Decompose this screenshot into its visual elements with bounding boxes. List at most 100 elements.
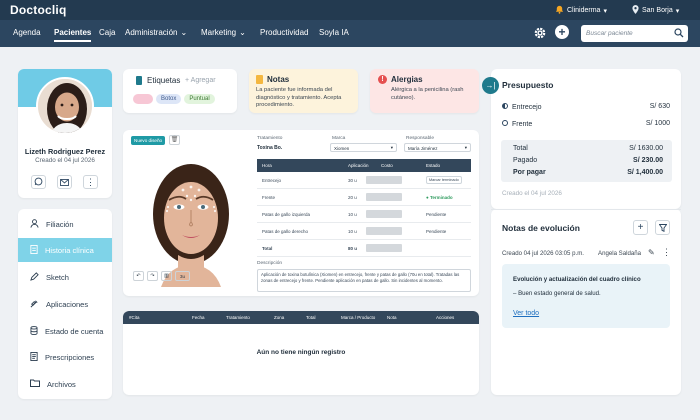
add-label-button[interactable]: + Agregar — [185, 77, 216, 84]
sidebar-item-aplicaciones[interactable]: Aplicaciones — [18, 292, 112, 316]
empty-state-text: Aún no tiene ningún registro — [256, 349, 346, 356]
patient-created-date: Creado el 04 jul 2026 — [35, 157, 95, 164]
edit-pencil-icon[interactable]: ✎ — [648, 248, 655, 257]
chevron-down-icon: ⌄ — [180, 28, 188, 37]
add-note-button[interactable]: + — [633, 220, 648, 235]
nav-productividad[interactable]: Productividad — [260, 28, 308, 37]
location-pin-icon — [632, 5, 639, 16]
status-badge: ● Terminado — [426, 194, 453, 200]
search-patient-input[interactable]: Buscar paciente — [581, 25, 688, 42]
description-label: Descripción — [257, 261, 283, 266]
clinic-name[interactable]: Cliniderma — [567, 7, 600, 14]
budget-item[interactable]: Frente S/ 1000 — [502, 120, 670, 128]
evolution-notes-card: Notas de evolución + Creado 04 jul 2026 … — [491, 209, 681, 395]
notes-title: Notas — [267, 75, 290, 84]
sidebar-item-historia-clinica[interactable]: Historia clínica — [18, 238, 112, 262]
sidebar-item-estado-de-cuenta[interactable]: Estado de cuenta — [18, 319, 112, 343]
note-text: – Buen estado general de salud. — [513, 290, 601, 297]
face-sketch-canvas[interactable] — [131, 152, 251, 287]
records-card: #Cita Fecha Tratamiento Zona Total Marca… — [123, 311, 479, 395]
status-text: Pendiente — [426, 228, 447, 234]
half-circle-icon — [502, 103, 508, 109]
mail-icon — [60, 173, 69, 191]
note-date: Creado 04 jul 2026 03:05 p.m. — [502, 250, 584, 257]
labels-title: Etiquetas — [147, 76, 181, 85]
more-vertical-icon[interactable]: ⋮ — [662, 247, 671, 258]
brand-select[interactable]: Xiomen ▾ — [330, 143, 397, 152]
allergies-text: Alérgica a la penicilina (rash cutáneo). — [391, 87, 464, 101]
nav-caja[interactable]: Caja — [99, 28, 115, 37]
label-chips: Botox Puntual — [133, 94, 218, 104]
budget-item[interactable]: Entrecejo S/ 630 — [502, 103, 670, 111]
chevron-down-icon: ⌄ — [239, 28, 246, 37]
nav-soyla-ia[interactable]: Soyla IA — [319, 28, 349, 37]
see-all-link[interactable]: Ver todo — [513, 310, 539, 317]
bookmark-icon — [136, 76, 142, 85]
note-icon — [256, 75, 263, 84]
whatsapp-icon — [34, 173, 43, 191]
budget-card: →| Presupuesto Entrecejo S/ 630 Frente S… — [482, 69, 681, 209]
sidebar-item-sketch[interactable]: Sketch — [18, 265, 112, 289]
email-button[interactable] — [57, 175, 72, 189]
notes-card: Notas La paciente fue informada del diag… — [249, 69, 358, 113]
nav-agenda[interactable]: Agenda — [13, 28, 41, 37]
nav-pacientes[interactable]: Pacientes — [54, 28, 92, 42]
sidebar-item-archivos[interactable]: Archivos — [18, 372, 112, 396]
sidebar-item-filiacion[interactable]: Filiación — [18, 212, 112, 236]
treatment-label: Tratamiento — [257, 136, 283, 141]
allergies-card: ! Alergias Alérgica a la penicilina (ras… — [370, 69, 479, 113]
note-body: Evolución y actualización del cuadro clí… — [502, 264, 670, 328]
more-vertical-icon: ⋮ — [86, 176, 95, 187]
chart-tool-icon[interactable]: ▥ — [161, 271, 172, 281]
undo-icon[interactable]: ↶ — [133, 271, 144, 281]
label-chip[interactable]: Botox — [156, 94, 182, 104]
patient-profile-card: Lizeth Rodriguez Perez Creado el 04 jul … — [18, 69, 112, 198]
aesthetic-design-card: Nuevo diseño 🗑 ↶ ↷ ▥ 3u Tratamiento Toxi… — [123, 130, 479, 296]
note-author: Angela Saldaña — [598, 250, 642, 257]
whatsapp-button[interactable] — [31, 175, 46, 189]
user-icon — [30, 218, 39, 230]
nav-marketing[interactable]: Marketing ⌄ — [201, 28, 246, 37]
patient-name: Lizeth Rodriguez Perez — [24, 147, 106, 156]
redo-icon[interactable]: ↷ — [147, 271, 158, 281]
treatment-value: Toxina Bo. — [257, 145, 283, 151]
collapse-panel-icon[interactable]: →| — [482, 77, 499, 94]
location-selector[interactable]: San Borja ▾ — [632, 5, 679, 16]
chevron-down-icon: ▾ — [603, 7, 607, 15]
trash-icon[interactable]: 🗑 — [169, 135, 180, 145]
clinic-selector[interactable]: Cliniderma ▾ — [555, 5, 607, 16]
table-row: Frente 20 u ● Terminado — [257, 189, 471, 206]
budget-title: Presupuesto — [502, 80, 554, 90]
allergies-title: Alergias — [391, 75, 423, 84]
responsible-select[interactable]: María Jiménez ▾ — [404, 143, 471, 152]
records-table-header: #Cita Fecha Tratamiento Zona Total Marca… — [123, 311, 479, 324]
pencil-icon — [30, 271, 39, 283]
document-icon — [30, 244, 38, 256]
chevron-down-icon: ▾ — [675, 7, 680, 15]
table-row: Patas de gallo izquierda 10 u Pendiente — [257, 206, 471, 223]
mark-done-button[interactable]: Marcar terminado — [426, 176, 462, 184]
more-options-button[interactable]: ⋮ — [83, 175, 98, 189]
filter-button[interactable] — [655, 220, 670, 235]
app-logo[interactable]: Doctocliq — [10, 3, 66, 17]
brand-label: Marca — [332, 136, 346, 141]
avatar — [36, 77, 94, 135]
label-chip[interactable] — [133, 94, 153, 104]
cost-cell — [366, 175, 402, 184]
cost-cell — [366, 209, 402, 218]
bell-icon[interactable] — [555, 5, 564, 16]
location-name[interactable]: San Borja — [642, 7, 673, 14]
sketch-toolbar: ↶ ↷ ▥ 3u — [133, 271, 190, 281]
sidebar-item-prescripciones[interactable]: Prescripciones — [18, 345, 112, 369]
settings-gear-icon[interactable] — [533, 26, 547, 45]
description-textarea[interactable]: Aplicación de toxina botulínica (Xiomen)… — [257, 269, 471, 292]
label-chip[interactable]: Puntual — [184, 94, 215, 104]
new-design-button[interactable]: Nuevo diseño — [131, 136, 166, 145]
application-table: Hora Aplicación Costo Estado Entrecejo 3… — [257, 159, 471, 257]
add-plus-icon[interactable]: + — [555, 25, 569, 39]
budget-created-date: Creado el 04 jul 2026 — [502, 190, 562, 197]
folder-icon — [30, 379, 40, 389]
units-counter[interactable]: 3u — [175, 271, 190, 281]
nav-administracion[interactable]: Administración ⌄ — [125, 28, 187, 37]
chevron-down-icon: ▾ — [464, 145, 467, 150]
